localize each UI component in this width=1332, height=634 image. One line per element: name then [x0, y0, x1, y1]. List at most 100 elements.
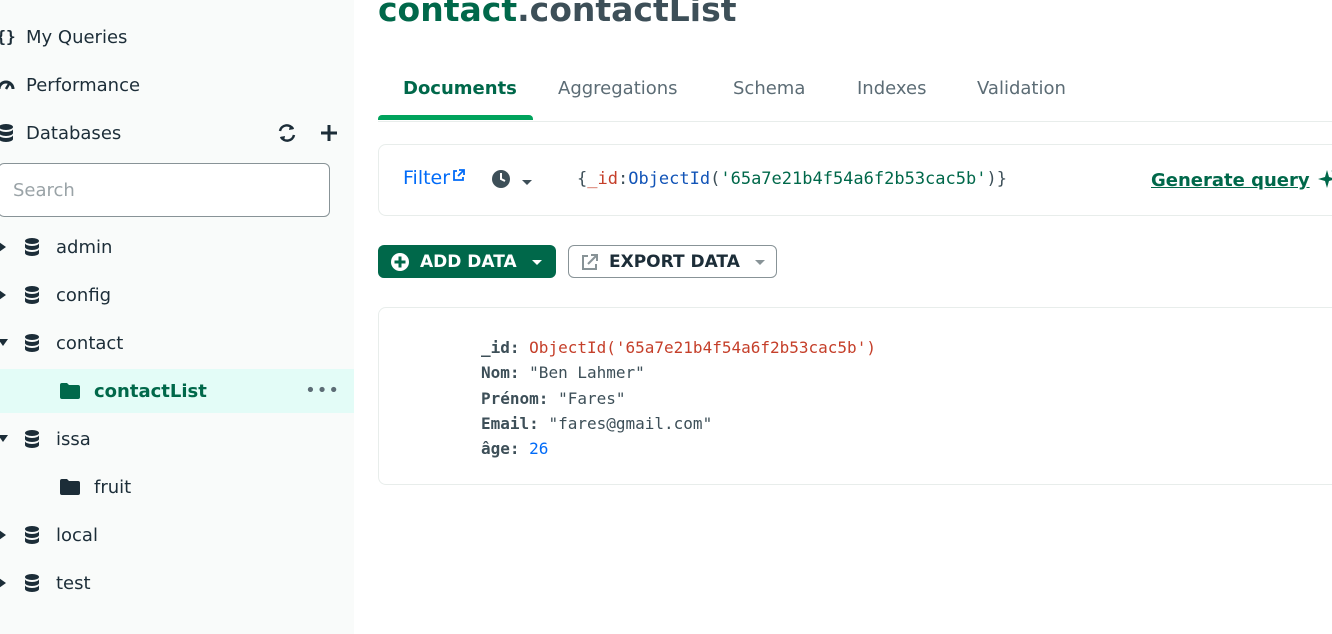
field-value: "fares@gmail.com": [548, 413, 713, 433]
query-paren-open: (: [710, 169, 721, 189]
add-data-button[interactable]: ADD DATA: [378, 245, 556, 278]
caret-right-icon[interactable]: [0, 290, 10, 300]
export-data-button[interactable]: EXPORT DATA: [568, 245, 777, 278]
query-history-button[interactable]: [491, 169, 533, 193]
field-key: _id: [481, 338, 510, 357]
add-database-icon[interactable]: [318, 122, 340, 144]
sidebar: {} My Queries Performance Databases admi…: [0, 0, 354, 634]
chevron-down-icon: [754, 252, 766, 272]
nav-databases[interactable]: Databases: [0, 115, 121, 151]
generate-query-button[interactable]: Generate query: [1151, 167, 1332, 194]
query-value: '65a7e21b4f54a6f2b53cac5b': [720, 169, 987, 189]
tab-documents[interactable]: Documents: [403, 78, 517, 99]
document-field: _id: ObjectId('65a7e21b4f54a6f2b53cac5b'…: [481, 338, 876, 357]
folder-icon: [60, 477, 82, 497]
caret-right-icon[interactable]: [0, 530, 10, 540]
database-icon: [22, 285, 42, 305]
tab-aggregations[interactable]: Aggregations: [558, 78, 678, 99]
field-key: Nom: [481, 363, 510, 383]
export-icon: [581, 253, 599, 271]
tab-indexes[interactable]: Indexes: [857, 78, 926, 99]
query-open-brace: {: [577, 169, 588, 189]
caret-down-icon[interactable]: [0, 435, 10, 443]
namespace-collection: contactList: [529, 0, 737, 29]
field-value: 26: [529, 439, 549, 459]
document-field: Prénom: "Fares": [481, 388, 626, 408]
sidebar-item-local[interactable]: local: [0, 513, 354, 557]
caret-right-icon[interactable]: [0, 242, 10, 252]
nav-databases-label: Databases: [26, 122, 122, 144]
query-colon: :: [617, 169, 629, 189]
database-icon: [22, 573, 42, 593]
plus-circle-icon: [390, 252, 410, 272]
add-data-label: ADD DATA: [420, 251, 517, 272]
tab-schema[interactable]: Schema: [733, 78, 805, 99]
query-paren-close: ): [986, 169, 997, 189]
database-icon: [22, 525, 42, 545]
field-value: "Ben Lahmer": [529, 363, 645, 383]
document-field: Nom: "Ben Lahmer": [481, 363, 645, 383]
document-fields: _id: ObjectId('65a7e21b4f54a6f2b53cac5b'…: [481, 335, 876, 461]
caret-down-icon[interactable]: [0, 339, 10, 347]
sidebar-search[interactable]: [0, 163, 330, 217]
database-name: admin: [56, 236, 113, 258]
document-field: Email: "fares@gmail.com": [481, 413, 713, 433]
field-key: Email: [481, 413, 530, 433]
sidebar-item-admin[interactable]: admin: [0, 225, 354, 269]
sidebar-item-fruit[interactable]: fruit: [0, 465, 354, 509]
gauge-icon: [0, 75, 16, 95]
database-name: config: [56, 284, 112, 306]
database-icon: [22, 333, 42, 353]
collection-name: contactList: [94, 380, 207, 402]
sparkle-icon: [1317, 167, 1332, 194]
svg-text:{}: {}: [0, 27, 16, 46]
chevron-down-icon: [531, 252, 543, 272]
database-name: contact: [56, 332, 124, 354]
generate-query-label: Generate query: [1151, 170, 1310, 191]
sidebar-item-config[interactable]: config: [0, 273, 354, 317]
clock-icon: [491, 169, 511, 193]
database-name: issa: [56, 428, 91, 450]
database-name: local: [56, 524, 98, 546]
field-value: ObjectId('65a7e21b4f54a6f2b53cac5b'): [529, 338, 876, 357]
database-icon: [22, 429, 42, 449]
filter-link[interactable]: Filter: [403, 167, 465, 189]
document-field: âge: 26: [481, 439, 549, 459]
document-card[interactable]: _id: ObjectId('65a7e21b4f54a6f2b53cac5b'…: [378, 307, 1332, 485]
tab-validation[interactable]: Validation: [977, 78, 1066, 99]
namespace-dot: .: [517, 0, 530, 29]
more-options-icon[interactable]: •••: [305, 380, 340, 401]
field-value: "Fares": [558, 388, 626, 408]
nav-my-queries-label: My Queries: [26, 26, 128, 48]
database-icon: [0, 123, 16, 143]
database-icon: [22, 237, 42, 257]
sidebar-item-contact[interactable]: contact: [0, 321, 354, 365]
filter-label: Filter: [403, 167, 451, 189]
folder-icon: [60, 381, 82, 401]
sidebar-item-test[interactable]: test: [0, 561, 354, 605]
sidebar-item-contactlist[interactable]: contactList •••: [0, 369, 354, 413]
active-tab-indicator: [378, 115, 533, 120]
braces-icon: {}: [0, 27, 16, 47]
namespace-title: contact.contactList: [378, 0, 737, 29]
field-key: âge: [481, 439, 510, 459]
filter-bar: Filter {_id:ObjectId('65a7e21b4f54a6f2b5…: [378, 144, 1332, 216]
search-input[interactable]: [13, 179, 313, 201]
query-close-brace: }: [996, 169, 1007, 189]
sidebar-item-issa[interactable]: issa: [0, 417, 354, 461]
caret-right-icon[interactable]: [0, 578, 10, 588]
database-name: test: [56, 572, 91, 594]
refresh-icon[interactable]: [276, 122, 298, 144]
filter-query-input[interactable]: {_id:ObjectId('65a7e21b4f54a6f2b53cac5b'…: [577, 169, 1007, 189]
nav-performance-label: Performance: [26, 74, 141, 96]
databases-actions: [276, 118, 340, 148]
nav-performance[interactable]: Performance: [0, 67, 140, 103]
chevron-down-icon: [521, 172, 533, 191]
external-link-icon: [452, 165, 465, 187]
query-function: ObjectId: [628, 169, 711, 189]
namespace-db: contact: [378, 0, 518, 29]
collection-name: fruit: [94, 476, 132, 498]
export-data-label: EXPORT DATA: [609, 251, 740, 272]
nav-my-queries[interactable]: {} My Queries: [0, 19, 127, 55]
query-key: _id: [587, 169, 618, 189]
